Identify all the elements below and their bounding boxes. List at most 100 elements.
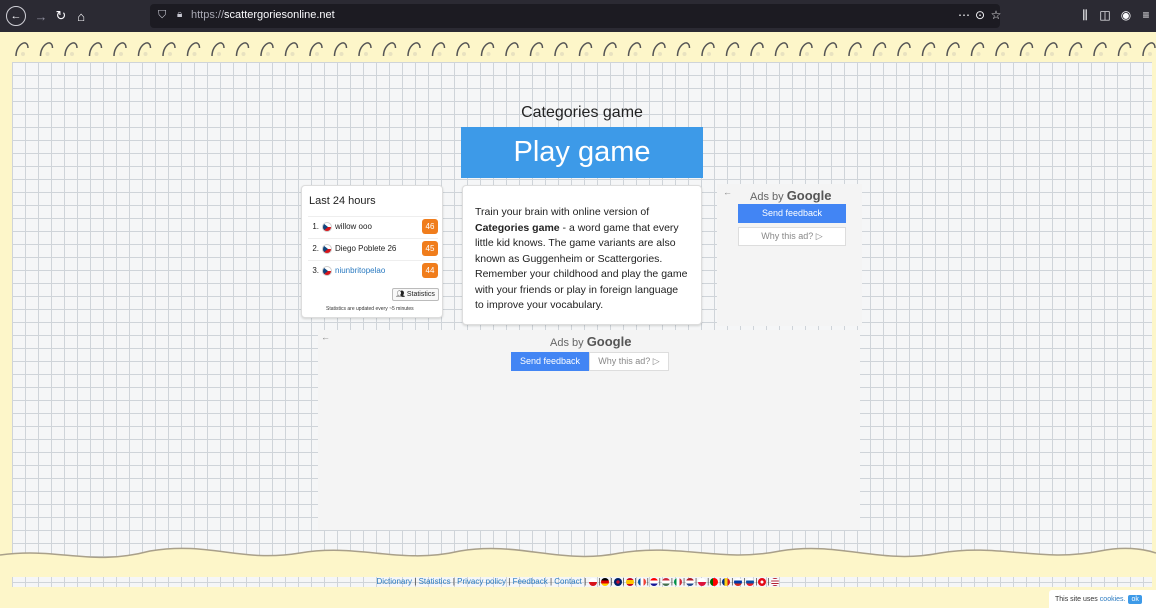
statistics-button[interactable]: 👥︎ Statistics	[392, 288, 439, 301]
footer-separator: |	[767, 577, 770, 586]
why-this-ad-button[interactable]: Why this ad? ▷	[738, 227, 846, 246]
portuguese-flag-icon[interactable]	[710, 577, 719, 586]
turkish-flag-icon[interactable]	[758, 577, 767, 586]
footer-separator: |	[755, 577, 758, 586]
forward-icon[interactable]: →	[31, 6, 51, 26]
spiral-hole	[927, 52, 932, 56]
romanian-flag-icon[interactable]	[722, 577, 731, 586]
back-arrow-icon[interactable]: ←	[321, 332, 330, 342]
spiral-hole	[241, 52, 246, 56]
account-icon[interactable]: ◉	[1118, 8, 1134, 24]
library-icon[interactable]: ⫼	[1077, 8, 1093, 24]
score-badge: 44	[422, 263, 438, 278]
stats-player-name: willow ooo	[335, 222, 372, 231]
spiral-hole	[364, 52, 368, 56]
home-icon[interactable]: ⌂	[71, 6, 91, 26]
stats-title: Last 24 hours	[309, 195, 376, 207]
stats-player-link[interactable]: niunbritopelao	[335, 266, 422, 275]
hungarian-flag-icon[interactable]	[661, 577, 670, 586]
score-badge: 45	[422, 241, 438, 256]
spiral-hole	[829, 52, 834, 56]
address-bar[interactable]: ⛉ 🔒︎ https://scattergoriesonline.net	[150, 4, 1000, 28]
back-arrow-icon[interactable]: ←	[723, 187, 732, 197]
send-feedback-button[interactable]: Send feedback	[738, 204, 846, 223]
french-flag-icon[interactable]	[637, 577, 646, 586]
spiral-hole	[854, 52, 858, 56]
stats-row: 2. Diego Poblete 26 45	[308, 238, 438, 258]
spiral-hole	[413, 52, 417, 56]
spiral-hole	[45, 52, 50, 56]
czech-flag-icon	[322, 243, 332, 254]
footer-link-contact[interactable]: Contact	[554, 577, 582, 586]
spiral-hole	[511, 52, 515, 56]
stats-rank: 1.	[312, 222, 319, 231]
stats-rank: 3.	[312, 266, 319, 275]
czech-flag-icon	[322, 221, 332, 232]
why-this-ad-button[interactable]: Why this ad? ▷	[589, 352, 669, 371]
spiral-hole	[1050, 52, 1054, 56]
footer-link-dictionary[interactable]: Dictionary	[376, 577, 412, 586]
russian-flag-icon[interactable]	[734, 577, 743, 586]
czech-flag-icon[interactable]	[589, 577, 598, 586]
spanish-flag-icon[interactable]	[625, 577, 634, 586]
spiral-hole	[756, 52, 760, 56]
spiral-hole	[1123, 52, 1128, 56]
spiral-hole	[168, 52, 172, 56]
cookie-ok-button[interactable]: ok	[1128, 594, 1142, 604]
footer-separator: |	[646, 577, 649, 586]
german-flag-icon[interactable]	[601, 577, 610, 586]
footer-separator: |	[743, 577, 746, 586]
spiral-hole	[266, 52, 270, 56]
send-feedback-button[interactable]: Send feedback	[511, 352, 589, 371]
footer-link-statistics[interactable]: Statistics	[419, 577, 451, 586]
description-card: Train your brain with online version of …	[462, 185, 702, 325]
bookmark-star-icon[interactable]: ☆	[988, 8, 1004, 24]
italian-flag-icon[interactable]	[673, 577, 682, 586]
spiral-hole	[609, 52, 613, 56]
croatian-flag-icon[interactable]	[649, 577, 658, 586]
dutch-flag-icon[interactable]	[686, 577, 695, 586]
play-game-button[interactable]: Play game	[461, 127, 703, 178]
lock-icon[interactable]: 🔒︎	[177, 9, 187, 23]
footer-separator: |	[731, 577, 734, 586]
stats-note: Statistics are updated every ~5 minutes	[326, 306, 414, 312]
url-text[interactable]: https://scattergoriesonline.net	[191, 9, 335, 21]
page-actions-icon[interactable]: ⋯	[956, 8, 972, 24]
czech-flag-icon	[322, 265, 332, 276]
uk-flag-icon[interactable]	[613, 577, 622, 586]
spiral-hole	[1148, 52, 1152, 56]
shield-icon[interactable]: ⛉	[158, 9, 170, 23]
pocket-icon[interactable]: ⊙	[972, 8, 988, 24]
ad-box-main: ← Ads by Google Send feedback Why this a…	[318, 330, 860, 530]
menu-icon[interactable]: ≡	[1138, 8, 1154, 24]
torn-paper-edge	[0, 547, 1156, 577]
footer-link-feedback[interactable]: Feedback	[513, 577, 548, 586]
game-name: Categories game	[475, 221, 560, 234]
spiral-hole	[437, 52, 442, 56]
footer: Dictionary | Statistics | Privacy policy…	[0, 577, 1156, 586]
footer-separator: |	[634, 577, 637, 586]
page-content: Categories game Play game Last 24 hours …	[0, 32, 1156, 608]
footer-separator: |	[658, 577, 661, 586]
stats-card: Last 24 hours 1. willow ooo 46 2. Diego …	[301, 185, 443, 318]
footer-separator: |	[707, 577, 710, 586]
footer-separator: |	[598, 577, 601, 586]
footer-separator: |	[695, 577, 698, 586]
slovak-flag-icon[interactable]	[746, 577, 755, 586]
page-title: Categories game	[521, 104, 643, 121]
spiral-hole	[94, 52, 99, 56]
back-icon[interactable]: ←	[6, 6, 26, 26]
cookies-link[interactable]: cookies.	[1100, 596, 1126, 603]
footer-separator: |	[610, 577, 613, 586]
spiral-hole	[805, 52, 809, 56]
spiral-hole	[119, 52, 123, 56]
footer-separator: |	[622, 577, 625, 586]
footer-link-privacy[interactable]: Privacy policy	[457, 577, 506, 586]
ads-by-google: Ads by Google	[550, 334, 632, 349]
footer-separator: |	[719, 577, 722, 586]
us-flag-icon[interactable]	[770, 577, 779, 586]
sidebar-icon[interactable]: ◫	[1097, 8, 1113, 24]
polish-flag-icon[interactable]	[698, 577, 707, 586]
reload-icon[interactable]: ↻	[51, 6, 71, 26]
spiral-hole	[976, 52, 981, 56]
